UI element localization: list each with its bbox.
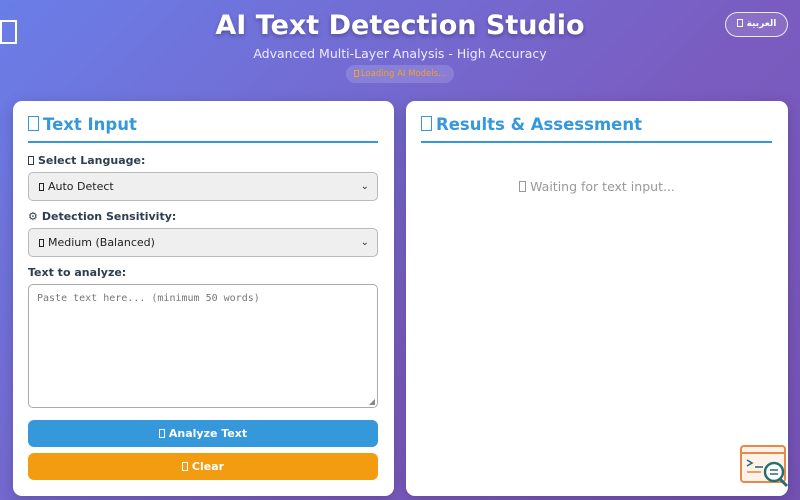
page-subtitle: Advanced Multi-Layer Analysis - High Acc…	[253, 46, 547, 61]
text-input-panel-title: Text Input	[28, 115, 378, 143]
globe-icon	[736, 19, 743, 27]
language-label-text: Select Language:	[38, 154, 146, 167]
sensitivity-level-icon	[39, 239, 44, 247]
text-input-placeholder: Paste text here... (minimum 50 words)	[37, 293, 260, 304]
text-input-panel: Text Input Select Language: Auto Detect ⌄…	[13, 101, 394, 496]
results-title-label: Results & Assessment	[436, 115, 642, 134]
page-title-text: AI Text Detection Studio	[215, 10, 585, 41]
analyze-button-label: Analyze Text	[168, 427, 248, 440]
analyze-text-button[interactable]: Analyze Text	[28, 420, 378, 447]
resize-handle-icon[interactable]: ◢	[369, 397, 375, 406]
clear-button[interactable]: Clear	[28, 453, 378, 480]
waiting-icon	[519, 181, 527, 192]
waiting-text: Waiting for text input...	[530, 179, 675, 194]
text-input-area[interactable]: Paste text here... (minimum 50 words) ◢	[28, 284, 378, 408]
app-header: AI Text Detection Studio Advanced Multi-…	[0, 0, 800, 100]
gear-icon: ⚙	[28, 210, 38, 223]
text-input-title-label: Text Input	[43, 115, 137, 134]
language-icon	[28, 156, 34, 165]
language-toggle-button[interactable]: العربية	[725, 12, 788, 37]
language-label: Select Language:	[28, 154, 145, 167]
analyze-icon	[158, 429, 165, 438]
results-icon	[421, 116, 432, 131]
language-select-value: Auto Detect	[48, 180, 114, 193]
loading-icon	[353, 70, 359, 77]
sensitivity-label: ⚙ Detection Sensitivity:	[28, 210, 176, 223]
language-select[interactable]: Auto Detect ⌄	[28, 172, 378, 201]
sensitivity-label-text: Detection Sensitivity:	[41, 210, 177, 223]
chevron-down-icon: ⌄	[360, 181, 369, 192]
chevron-down-icon: ⌄	[360, 237, 369, 248]
waiting-message: Waiting for text input...	[406, 179, 788, 194]
clear-icon	[181, 462, 188, 471]
sensitivity-select[interactable]: Medium (Balanced) ⌄	[28, 228, 378, 257]
text-to-analyze-label: Text to analyze:	[28, 266, 127, 279]
title-icon	[0, 20, 17, 44]
code-search-widget[interactable]	[739, 444, 791, 488]
auto-detect-icon	[39, 183, 44, 191]
text-input-icon	[28, 116, 39, 131]
results-panel-title: Results & Assessment	[421, 115, 772, 143]
loading-status-badge: Loading AI Models...	[346, 65, 454, 83]
results-panel: Results & Assessment Waiting for text in…	[406, 101, 788, 496]
clear-button-label: Clear	[191, 460, 225, 473]
page-title: AI Text Detection Studio	[0, 10, 800, 44]
sensitivity-select-value: Medium (Balanced)	[48, 236, 155, 249]
code-search-icon	[740, 445, 789, 488]
language-toggle-label: العربية	[746, 19, 777, 29]
loading-status-text: Loading AI Models...	[360, 69, 447, 79]
